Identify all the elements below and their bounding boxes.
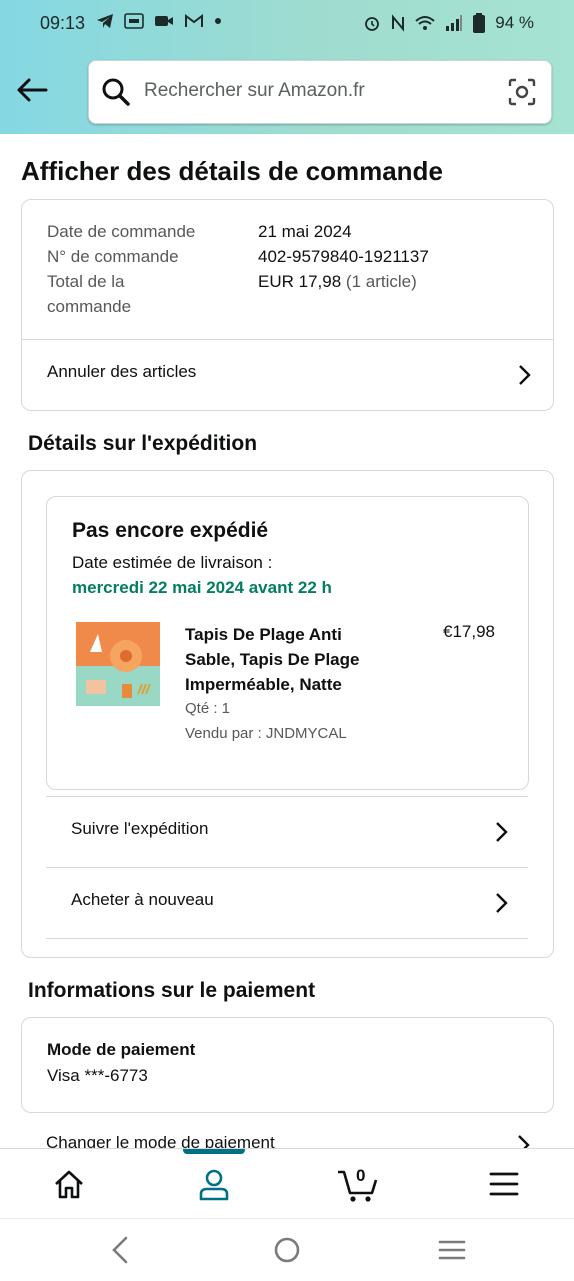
nav-home-icon[interactable] [272, 1235, 302, 1265]
shipment-status: Pas encore expédié [72, 519, 269, 542]
system-icons: 94 % [363, 13, 534, 33]
system-nav-bar [0, 1218, 574, 1281]
payment-section-title: Informations sur le paiement [28, 979, 316, 1002]
bottom-tab-bar: 0 [0, 1148, 574, 1219]
tab-cart[interactable]: 0 [320, 1149, 400, 1219]
app-header: 09:13 94 % Rechercher sur Amazon.fr [0, 0, 574, 134]
status-bar: 09:13 94 % [0, 0, 574, 46]
status-time: 09:13 [40, 13, 86, 33]
buy-again-row[interactable]: Acheter à nouveau [46, 868, 528, 938]
track-shipment-row[interactable]: Suivre l'expédition [46, 797, 528, 867]
shipping-section-title: Détails sur l'expédition [28, 432, 258, 455]
camera-scan-icon[interactable] [507, 77, 537, 107]
shipment-card: Pas encore expédié Date estimée de livra… [21, 470, 554, 958]
account-icon [199, 1169, 229, 1201]
tab-menu[interactable] [464, 1149, 544, 1219]
chevron-right-icon [496, 893, 508, 913]
search-icon [102, 78, 130, 106]
nav-back-icon[interactable] [108, 1235, 132, 1265]
chevron-right-icon[interactable] [516, 1134, 530, 1148]
nav-recents-icon[interactable] [437, 1235, 467, 1265]
cancel-items-label: Annuler des articles [47, 362, 197, 381]
product-quantity: Qté : 1 [185, 700, 231, 717]
order-total-amount: EUR 17,98 [258, 272, 342, 291]
product-title[interactable]: Tapis De Plage Anti Sable, Tapis De Plag… [185, 622, 395, 697]
payment-method-label: Mode de paiement [47, 1040, 196, 1059]
tab-account[interactable] [174, 1149, 254, 1219]
payment-method-card: Mode de paiement Visa ***-6773 [21, 1017, 554, 1113]
eta-label: Date estimée de livraison : [72, 553, 273, 572]
order-total-label-cont: commande [47, 297, 132, 316]
product-thumbnail[interactable] [76, 622, 160, 706]
main-content[interactable]: Afficher des détails de commande Date de… [0, 134, 574, 1148]
order-number-label: N° de commande [47, 247, 179, 266]
alarm-icon [365, 17, 380, 31]
divider [46, 938, 528, 939]
payment-method-value: Visa ***-6773 [47, 1066, 148, 1085]
menu-icon [489, 1172, 519, 1196]
wifi-icon [415, 16, 435, 30]
battery-level: 94 % [495, 13, 534, 32]
back-arrow-icon[interactable] [14, 72, 50, 108]
video-icon [155, 16, 173, 26]
chevron-right-icon [519, 365, 531, 385]
order-number-value: 402-9579840-1921137 [258, 247, 429, 266]
chevron-right-icon [496, 822, 508, 842]
battery-icon [473, 13, 486, 33]
order-date-label: Date de commande [47, 222, 196, 241]
telegram-icon [97, 14, 113, 28]
product-price: €17,98 [443, 622, 495, 641]
order-total-label: Total de la [47, 272, 125, 291]
order-total-value: EUR 17,98 (1 article) [258, 272, 417, 292]
cancel-items-row[interactable]: Annuler des articles [22, 340, 553, 410]
page-title: Afficher des détails de commande [21, 156, 443, 186]
home-icon [55, 1170, 83, 1199]
track-shipment-label: Suivre l'expédition [71, 819, 209, 838]
search-input[interactable]: Rechercher sur Amazon.fr [144, 80, 365, 102]
gmail-icon [185, 14, 203, 27]
product-seller: Vendu par : JNDMYCAL [185, 725, 347, 742]
buy-again-label: Acheter à nouveau [71, 890, 214, 909]
temu-icon [124, 13, 144, 29]
tab-home[interactable] [29, 1149, 109, 1219]
nfc-icon [392, 14, 405, 32]
notification-icons [96, 12, 222, 30]
search-bar[interactable]: Rechercher sur Amazon.fr [88, 60, 552, 124]
dot-icon [215, 18, 221, 24]
change-payment-label[interactable]: Changer le mode de paiement [46, 1133, 275, 1148]
order-summary-card: Date de commande 21 mai 2024 N° de comma… [21, 199, 554, 411]
order-date-value: 21 mai 2024 [258, 222, 352, 241]
cart-count-badge: 0 [356, 1166, 366, 1185]
signal-icon [446, 15, 463, 31]
shipment-item-card[interactable]: Pas encore expédié Date estimée de livra… [46, 496, 529, 790]
eta-date: mercredi 22 mai 2024 avant 22 h [72, 578, 332, 597]
order-item-count: (1 article) [345, 272, 417, 291]
